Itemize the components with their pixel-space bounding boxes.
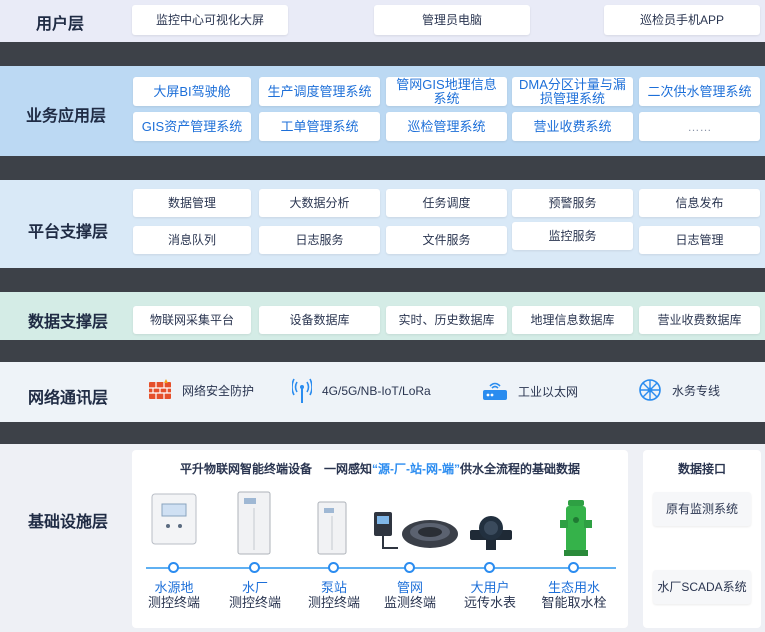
network-layer: 网络通讯层 网络安全防护 4G/5G/NB-IoT/LoRa 工业以太网 水务专… bbox=[0, 362, 765, 422]
timeline-dot bbox=[404, 562, 415, 573]
biz-item-more: …… bbox=[639, 112, 760, 141]
infra-devices-panel: 平升物联网智能终端设备 一网感知“源-厂-站-网-端”供水全流程的基础数据 水源… bbox=[132, 450, 628, 628]
device-type: 智能取水栓 bbox=[541, 595, 607, 610]
router-icon bbox=[483, 382, 507, 400]
timeline-dot bbox=[249, 562, 260, 573]
network-label: 网络安全防护 bbox=[182, 383, 255, 398]
platform-layer: 平台支撑层 数据管理 大数据分析 任务调度 预警服务 信息发布 消息队列 日志服… bbox=[0, 180, 765, 268]
device-label-eco: 生态用水 智能取水栓 bbox=[529, 580, 619, 610]
layer-title-user: 用户层 bbox=[35, 16, 84, 33]
interface-item: 原有监测系统 bbox=[653, 492, 751, 526]
biz-item: 营业收费系统 bbox=[512, 112, 633, 141]
device-type: 测控终端 bbox=[228, 595, 281, 610]
platform-item: 监控服务 bbox=[512, 222, 633, 250]
platform-item: 日志管理 bbox=[639, 226, 760, 254]
data-interface-panel: 数据接口 原有监测系统 水厂SCADA系统 bbox=[643, 450, 761, 628]
platform-item: 任务调度 bbox=[386, 189, 507, 217]
biz-item: 巡检管理系统 bbox=[386, 112, 507, 141]
biz-item: DMA分区计量与漏损管理系统 bbox=[512, 77, 633, 106]
device-label-network: 管网 监测终端 bbox=[365, 580, 455, 610]
platform-item: 消息队列 bbox=[133, 226, 251, 254]
user-item-app: 巡检员手机APP bbox=[604, 5, 760, 35]
layer-title-network: 网络通讯层 bbox=[27, 390, 108, 407]
device-type: 监测终端 bbox=[383, 595, 436, 610]
device-label-source: 水源地 测控终端 bbox=[129, 580, 219, 610]
smart-hydrant-icon bbox=[560, 500, 592, 556]
device-name: 水源地 bbox=[154, 580, 194, 595]
device-type: 测控终端 bbox=[147, 595, 200, 610]
firewall-icon bbox=[149, 379, 171, 399]
data-layer: 数据支撑层 物联网采集平台 设备数据库 实时、历史数据库 地理信息数据库 营业收… bbox=[0, 292, 765, 340]
network-label: 工业以太网 bbox=[518, 384, 579, 399]
layer-title-data: 数据支撑层 bbox=[27, 314, 108, 331]
network-item-wireless: 4G/5G/NB-IoT/LoRa bbox=[292, 378, 431, 404]
platform-item: 信息发布 bbox=[639, 189, 760, 217]
user-layer: 用户层 监控中心可视化大屏 管理员电脑 巡检员手机APP bbox=[0, 0, 765, 42]
timeline-dot bbox=[168, 562, 179, 573]
infra-headline-prefix: 平升物联网智能终端设备 一网感知 bbox=[179, 462, 372, 476]
device-label-user: 大用户 远传水表 bbox=[445, 580, 535, 610]
device-name: 管网 bbox=[396, 580, 423, 595]
device-name: 生态用水 bbox=[547, 580, 600, 595]
platform-item: 大数据分析 bbox=[259, 189, 380, 217]
biz-item: 大屏BI驾驶舱 bbox=[133, 77, 251, 106]
user-item-pc: 管理员电脑 bbox=[374, 5, 530, 35]
water-plant-cabinet-icon bbox=[237, 491, 271, 555]
platform-item: 日志服务 bbox=[259, 226, 380, 254]
network-item-security: 网络安全防护 bbox=[148, 378, 254, 402]
interface-item: 水厂SCADA系统 bbox=[653, 570, 751, 604]
device-label-plant: 水厂 测控终端 bbox=[210, 580, 300, 610]
network-item-dedicated: 水务专线 bbox=[638, 378, 720, 402]
device-name: 水厂 bbox=[241, 580, 268, 595]
antenna-icon bbox=[292, 378, 312, 403]
timeline-dot bbox=[328, 562, 339, 573]
infra-headline-highlight: “源-厂-站-网-端” bbox=[372, 462, 460, 476]
data-item: 设备数据库 bbox=[259, 306, 380, 334]
business-layer: 业务应用层 大屏BI驾驶舱 生产调度管理系统 管网GIS地理信息系统 DMA分区… bbox=[0, 66, 765, 156]
network-label: 水务专线 bbox=[672, 383, 721, 398]
infra-headline: 平升物联网智能终端设备 一网感知“源-厂-站-网-端”供水全流程的基础数据 bbox=[132, 460, 628, 477]
timeline-dot bbox=[568, 562, 579, 573]
infra-headline-suffix: 供水全流程的基础数据 bbox=[460, 462, 581, 476]
platform-item: 预警服务 bbox=[512, 189, 633, 217]
infra-layer: 基础设施层 平升物联网智能终端设备 一网感知“源-厂-站-网-端”供水全流程的基… bbox=[0, 444, 765, 632]
user-item-screen: 监控中心可视化大屏 bbox=[132, 5, 288, 35]
timeline-line bbox=[146, 567, 616, 569]
network-node-icon bbox=[639, 379, 661, 401]
biz-item: GIS资产管理系统 bbox=[133, 112, 251, 141]
layer-title-infra: 基础设施层 bbox=[27, 514, 108, 531]
device-name: 大用户 bbox=[470, 580, 510, 595]
smart-water-meter-icon bbox=[470, 516, 512, 550]
data-item: 实时、历史数据库 bbox=[386, 306, 507, 334]
pump-station-cabinet-icon bbox=[317, 501, 347, 555]
network-item-ethernet: 工业以太网 bbox=[482, 380, 578, 402]
water-source-terminal-icon bbox=[151, 493, 197, 545]
platform-item: 数据管理 bbox=[133, 189, 251, 217]
data-item: 物联网采集平台 bbox=[133, 306, 251, 334]
platform-item: 文件服务 bbox=[386, 226, 507, 254]
biz-item: 生产调度管理系统 bbox=[259, 77, 380, 106]
biz-item: 二次供水管理系统 bbox=[639, 77, 760, 106]
data-item: 营业收费数据库 bbox=[639, 306, 760, 334]
timeline-dot bbox=[484, 562, 495, 573]
device-type: 远传水表 bbox=[463, 595, 516, 610]
data-item: 地理信息数据库 bbox=[512, 306, 633, 334]
pipe-network-monitor-icon bbox=[374, 512, 458, 549]
layer-title-business: 业务应用层 bbox=[25, 108, 106, 125]
biz-item: 管网GIS地理信息系统 bbox=[386, 77, 507, 106]
biz-item: 工单管理系统 bbox=[259, 112, 380, 141]
network-label: 4G/5G/NB-IoT/LoRa bbox=[322, 384, 431, 398]
layer-title-platform: 平台支撑层 bbox=[27, 224, 108, 241]
data-interface-title: 数据接口 bbox=[677, 462, 726, 476]
